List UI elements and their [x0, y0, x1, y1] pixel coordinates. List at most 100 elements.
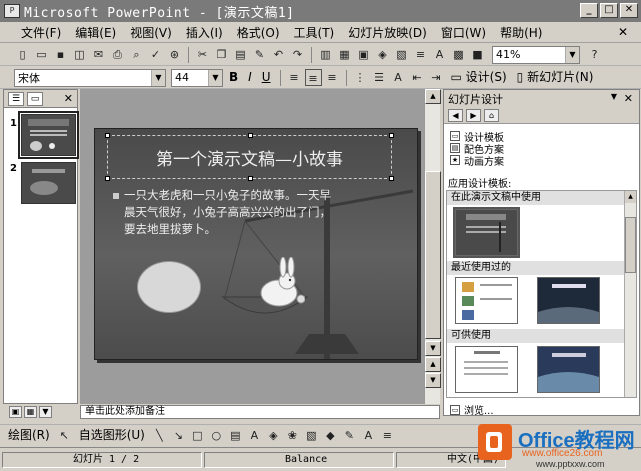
- slide-thumbnail-2[interactable]: [21, 162, 76, 204]
- text-box-icon[interactable]: ▤: [227, 427, 244, 444]
- insert-table-icon[interactable]: ▦: [336, 46, 353, 63]
- slide-title[interactable]: 第一个演示文稿—小故事: [108, 136, 391, 178]
- chevron-down-icon[interactable]: ▼: [565, 46, 579, 63]
- show-grid-icon[interactable]: ▩: [450, 46, 467, 63]
- menu-insert[interactable]: 插入(I): [179, 24, 230, 41]
- format-painter-icon[interactable]: ✎: [251, 46, 268, 63]
- numbering-icon[interactable]: ⋮: [352, 69, 369, 86]
- research-icon[interactable]: ⊛: [166, 46, 183, 63]
- grayscale-icon[interactable]: ■: [469, 46, 486, 63]
- slideshow-view-icon[interactable]: ▼: [39, 406, 52, 418]
- clip-art-icon[interactable]: ❀: [284, 427, 301, 444]
- gallery-scrollbar[interactable]: ▲: [624, 191, 636, 397]
- template-available-1[interactable]: [455, 346, 518, 393]
- oval-icon[interactable]: ○: [208, 427, 225, 444]
- task-pane-dropdown-icon[interactable]: ▼: [611, 92, 617, 101]
- slide-sorter-icon[interactable]: ▦: [24, 406, 37, 418]
- template-balance[interactable]: [453, 207, 520, 258]
- increase-font-size-icon[interactable]: A: [390, 69, 407, 86]
- menu-help[interactable]: 帮助(H): [493, 24, 549, 41]
- title-placeholder[interactable]: 第一个演示文稿—小故事: [105, 133, 394, 181]
- outline-tab-icon[interactable]: ☰: [8, 91, 24, 106]
- line-style-icon[interactable]: ≡: [379, 427, 396, 444]
- show-formatting-icon[interactable]: A: [431, 46, 448, 63]
- zoom-select[interactable]: 41% ▼: [492, 45, 580, 64]
- document-close-icon[interactable]: ✕: [611, 25, 635, 39]
- tables-borders-icon[interactable]: ▣: [355, 46, 372, 63]
- insert-chart-icon[interactable]: ▥: [317, 46, 334, 63]
- slide-vertical-scrollbar[interactable]: ▲ ▼ ▲ ▼: [424, 89, 441, 404]
- gallery-scroll-thumb[interactable]: [625, 217, 636, 273]
- undo-icon[interactable]: ↶: [270, 46, 287, 63]
- insert-picture-icon[interactable]: ▧: [393, 46, 410, 63]
- new-document-icon[interactable]: ▯: [14, 46, 31, 63]
- normal-view-icon[interactable]: ▣: [9, 406, 22, 418]
- chevron-down-icon[interactable]: ▼: [151, 69, 165, 86]
- permission-icon[interactable]: ◫: [71, 46, 88, 63]
- slide-thumbnail-1[interactable]: [18, 111, 79, 159]
- pane-close-icon[interactable]: ✕: [64, 92, 73, 105]
- draw-menu-button[interactable]: 绘图(R): [4, 427, 54, 444]
- arrow-icon[interactable]: ↘: [170, 427, 187, 444]
- chevron-down-icon[interactable]: ▼: [208, 69, 222, 86]
- scroll-down-icon[interactable]: ▼: [425, 341, 441, 356]
- next-slide-icon[interactable]: ▼: [425, 373, 441, 388]
- menu-file[interactable]: 文件(F): [14, 24, 68, 41]
- gallery-scroll-up-icon[interactable]: ▲: [625, 191, 636, 203]
- template-gallery[interactable]: 在此演示文稿中使用 最近使用过的 可供使用 ▲: [446, 190, 637, 398]
- font-size-select[interactable]: 44 ▼: [171, 68, 223, 87]
- new-slide-button[interactable]: ▯ 新幻灯片(N): [513, 69, 598, 86]
- expand-all-icon[interactable]: ≡: [412, 46, 429, 63]
- previous-slide-icon[interactable]: ▲: [425, 357, 441, 372]
- menu-view[interactable]: 视图(V): [123, 24, 179, 41]
- forward-icon[interactable]: ▶: [466, 109, 481, 122]
- autoshapes-menu-button[interactable]: 自选图形(U): [75, 427, 149, 444]
- font-color-icon[interactable]: A: [360, 427, 377, 444]
- template-recent-1[interactable]: [455, 277, 518, 324]
- redo-icon[interactable]: ↷: [289, 46, 306, 63]
- close-button[interactable]: ✕: [620, 3, 638, 18]
- resize-handle[interactable]: [105, 176, 110, 181]
- task-pane-close-icon[interactable]: ✕: [624, 92, 633, 105]
- wordart-icon[interactable]: A: [246, 427, 263, 444]
- menu-tools[interactable]: 工具(T): [287, 24, 342, 41]
- underline-button[interactable]: U: [258, 69, 275, 86]
- insert-diagram-icon[interactable]: ◈: [374, 46, 391, 63]
- menu-window[interactable]: 窗口(W): [434, 24, 493, 41]
- design-button[interactable]: ▭ 设计(S): [447, 69, 511, 86]
- slides-tab-icon[interactable]: ▭: [27, 91, 43, 106]
- maximize-button[interactable]: □: [600, 3, 618, 18]
- notes-pane[interactable]: 单击此处添加备注: [80, 405, 440, 419]
- bullets-icon[interactable]: ☰: [371, 69, 388, 86]
- copy-icon[interactable]: ❐: [213, 46, 230, 63]
- resize-handle[interactable]: [248, 176, 253, 181]
- align-right-icon[interactable]: ≡: [324, 69, 341, 86]
- slide-body-text[interactable]: 一只大老虎和一只小兔子的故事。一天早 晨天气很好，小兔子高高兴兴的出了门， 要去…: [113, 187, 393, 238]
- back-icon[interactable]: ◀: [448, 109, 463, 122]
- powerpoint-app-icon[interactable]: P: [4, 4, 20, 18]
- align-center-icon[interactable]: ≡: [304, 69, 322, 86]
- open-folder-icon[interactable]: ▭: [33, 46, 50, 63]
- menu-slideshow[interactable]: 幻灯片放映(D): [341, 24, 434, 41]
- resize-handle[interactable]: [389, 176, 394, 181]
- resize-handle[interactable]: [389, 133, 394, 138]
- menu-format[interactable]: 格式(O): [230, 24, 287, 41]
- line-color-icon[interactable]: ✎: [341, 427, 358, 444]
- template-available-2[interactable]: [537, 346, 600, 393]
- cut-icon[interactable]: ✂: [194, 46, 211, 63]
- select-objects-icon[interactable]: ↖: [56, 427, 73, 444]
- scroll-thumb[interactable]: [425, 171, 441, 339]
- template-recent-2[interactable]: [537, 277, 600, 324]
- increase-indent-icon[interactable]: ⇥: [428, 69, 445, 86]
- save-icon[interactable]: ▪: [52, 46, 69, 63]
- help-icon[interactable]: ?: [586, 46, 603, 63]
- menu-edit[interactable]: 编辑(E): [68, 24, 123, 41]
- email-icon[interactable]: ✉: [90, 46, 107, 63]
- italic-button[interactable]: I: [244, 69, 256, 86]
- resize-handle[interactable]: [248, 133, 253, 138]
- picture-icon[interactable]: ▧: [303, 427, 320, 444]
- font-select[interactable]: 宋体 ▼: [14, 68, 166, 87]
- print-icon[interactable]: ⎙: [109, 46, 126, 63]
- animation-schemes-link[interactable]: ★ 动画方案: [444, 154, 639, 168]
- diagram-icon[interactable]: ◈: [265, 427, 282, 444]
